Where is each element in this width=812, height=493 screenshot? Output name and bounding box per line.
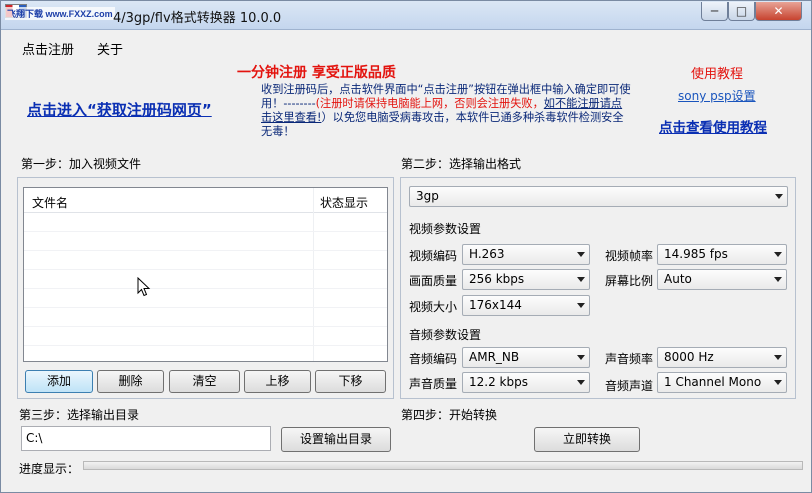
frame-rate-select[interactable]: 14.985 fps bbox=[657, 244, 787, 265]
watermark-logo: 飞翔下载 www.FXXZ.com bbox=[5, 7, 115, 20]
tutorial-title: 使用教程 bbox=[691, 67, 744, 82]
move-up-button[interactable]: 上移 bbox=[244, 370, 311, 393]
video-size-select[interactable]: 176x144 bbox=[462, 295, 590, 316]
close-icon: ✕ bbox=[773, 4, 784, 18]
progress-bar bbox=[83, 461, 803, 470]
aspect-ratio-label: 屏幕比例 bbox=[605, 274, 654, 288]
title-bar: 飞翔下载 www.FXXZ.com 4/3gp/flv格式转换器 10.0.0 … bbox=[1, 1, 811, 30]
chevron-down-icon bbox=[774, 380, 782, 385]
chevron-down-icon bbox=[774, 252, 782, 257]
video-size-label: 视频大小 bbox=[409, 300, 458, 314]
audio-codec-select[interactable]: AMR_NB bbox=[462, 347, 590, 368]
delete-button[interactable]: 删除 bbox=[97, 370, 164, 393]
audio-quality-value: 12.2 kbps bbox=[469, 375, 528, 389]
audio-channel-select[interactable]: 1 Channel Mono bbox=[657, 372, 787, 393]
video-quality-select[interactable]: 256 kbps bbox=[462, 269, 590, 290]
maximize-button[interactable]: □ bbox=[728, 2, 755, 21]
file-list[interactable]: 文件名 状态显示 bbox=[23, 187, 388, 362]
video-codec-value: H.263 bbox=[469, 247, 505, 261]
chevron-down-icon bbox=[577, 252, 585, 257]
col-filename[interactable]: 文件名 bbox=[32, 194, 68, 211]
aspect-ratio-value: Auto bbox=[664, 272, 692, 286]
menu-register[interactable]: 点击注册 bbox=[22, 39, 74, 58]
audio-codec-value: AMR_NB bbox=[469, 350, 520, 364]
video-codec-label: 视频编码 bbox=[409, 249, 458, 263]
audio-quality-label: 声音质量 bbox=[409, 377, 458, 391]
output-format-select[interactable]: 3gp bbox=[409, 186, 788, 207]
chevron-down-icon bbox=[775, 194, 783, 199]
step3-label: 第三步：选择输出目录 bbox=[19, 408, 140, 422]
audio-codec-label: 音频编码 bbox=[409, 352, 458, 366]
row-divider bbox=[24, 269, 387, 270]
register-notice: 收到注册码后，点击软件界面中“点击注册”按钮在弹出框中输入确定即可使用！----… bbox=[261, 83, 631, 139]
row-divider bbox=[24, 231, 387, 232]
file-list-header: 文件名 状态显示 bbox=[24, 188, 387, 213]
register-page-link[interactable]: 点击进入“获取注册码网页” bbox=[27, 99, 212, 120]
chevron-down-icon bbox=[774, 277, 782, 282]
audio-quality-select[interactable]: 12.2 kbps bbox=[462, 372, 590, 393]
row-divider bbox=[24, 345, 387, 346]
view-tutorial-link[interactable]: 点击查看使用教程 bbox=[659, 116, 767, 136]
output-path-input[interactable]: C:\ bbox=[21, 426, 271, 451]
clear-button[interactable]: 清空 bbox=[169, 370, 240, 393]
chevron-down-icon bbox=[577, 277, 585, 282]
column-divider bbox=[313, 188, 314, 361]
video-size-value: 176x144 bbox=[469, 298, 522, 312]
frame-rate-value: 14.985 fps bbox=[664, 247, 728, 261]
minimize-button[interactable]: ─ bbox=[701, 2, 728, 21]
start-convert-button[interactable]: 立即转换 bbox=[534, 427, 640, 452]
ad-headline: 一分钟注册 享受正版品质 bbox=[237, 65, 396, 81]
add-button[interactable]: 添加 bbox=[25, 370, 93, 393]
aspect-ratio-select[interactable]: Auto bbox=[657, 269, 787, 290]
video-settings-heading: 视频参数设置 bbox=[409, 222, 482, 236]
frame-rate-label: 视频帧率 bbox=[605, 249, 654, 263]
col-status[interactable]: 状态显示 bbox=[320, 194, 368, 211]
sample-rate-value: 8000 Hz bbox=[664, 350, 714, 364]
step2-label: 第二步：选择输出格式 bbox=[401, 157, 522, 171]
app-window: 飞翔下载 www.FXXZ.com 4/3gp/flv格式转换器 10.0.0 … bbox=[0, 0, 812, 493]
video-quality-label: 画面质量 bbox=[409, 274, 458, 288]
audio-channel-value: 1 Channel Mono bbox=[664, 375, 762, 389]
chevron-down-icon bbox=[577, 355, 585, 360]
step4-label: 第四步：开始转换 bbox=[401, 408, 498, 422]
audio-channel-label: 音频声道 bbox=[605, 379, 654, 393]
chevron-down-icon bbox=[577, 303, 585, 308]
step1-label: 第一步：加入视频文件 bbox=[21, 157, 142, 171]
minimize-icon: ─ bbox=[710, 4, 719, 18]
row-divider bbox=[24, 288, 387, 289]
row-divider bbox=[24, 250, 387, 251]
sample-rate-label: 声音频率 bbox=[605, 352, 654, 366]
sample-rate-select[interactable]: 8000 Hz bbox=[657, 347, 787, 368]
mouse-cursor-icon bbox=[137, 277, 151, 297]
move-down-button[interactable]: 下移 bbox=[315, 370, 386, 393]
window-title: 4/3gp/flv格式转换器 10.0.0 bbox=[113, 11, 282, 26]
row-divider bbox=[24, 326, 387, 327]
output-format-value: 3gp bbox=[416, 189, 439, 203]
chevron-down-icon bbox=[774, 355, 782, 360]
menu-about[interactable]: 关于 bbox=[97, 39, 123, 58]
progress-label: 进度显示： bbox=[19, 462, 80, 476]
chevron-down-icon bbox=[577, 380, 585, 385]
sony-psp-settings-link[interactable]: sony psp设置 bbox=[678, 87, 756, 104]
video-quality-value: 256 kbps bbox=[469, 272, 525, 286]
maximize-icon: □ bbox=[735, 4, 748, 18]
set-output-dir-button[interactable]: 设置输出目录 bbox=[281, 427, 391, 452]
audio-settings-heading: 音频参数设置 bbox=[409, 328, 482, 342]
close-button[interactable]: ✕ bbox=[755, 2, 802, 21]
row-divider bbox=[24, 307, 387, 308]
notice-warning: (注册时请保持电脑能上网，否则会注册失败， bbox=[315, 97, 544, 110]
video-codec-select[interactable]: H.263 bbox=[462, 244, 590, 265]
